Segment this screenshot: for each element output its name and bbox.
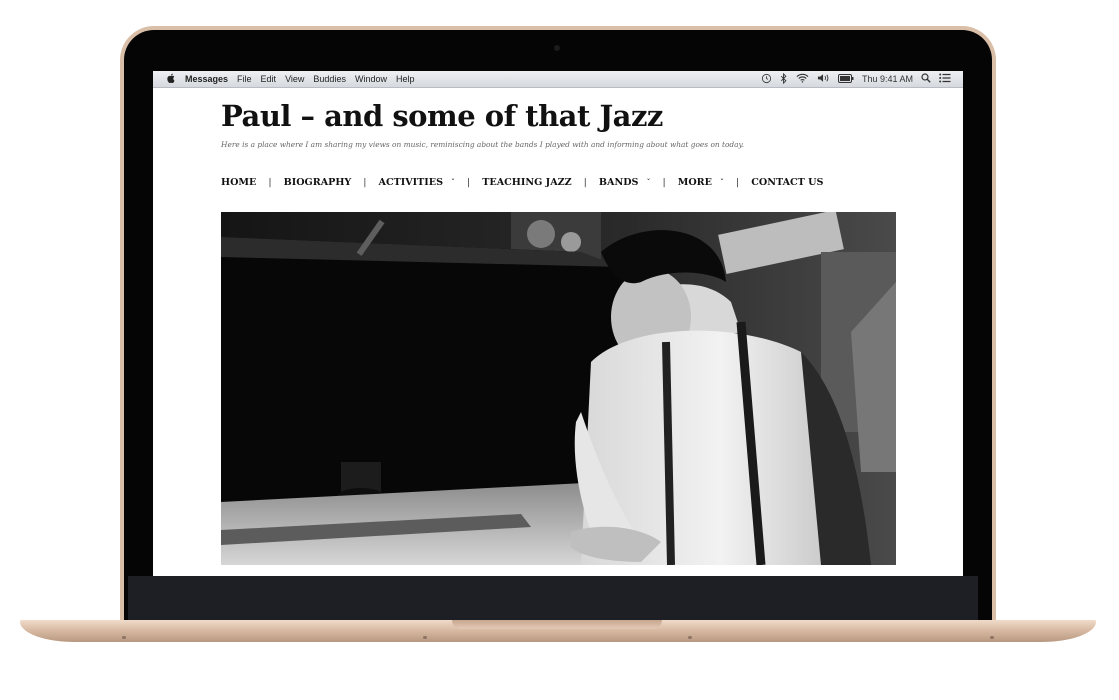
- menu-edit[interactable]: Edit: [261, 74, 277, 84]
- pianist-photo-icon: [221, 212, 896, 565]
- chevron-down-icon[interactable]: ˇ: [646, 178, 650, 187]
- menu-window[interactable]: Window: [355, 74, 387, 84]
- apple-logo-icon[interactable]: [167, 73, 176, 86]
- nav-item-home[interactable]: HOME: [221, 177, 256, 188]
- camera-icon: [554, 45, 560, 51]
- nav-separator: |: [467, 177, 471, 188]
- nav-separator: |: [735, 177, 740, 188]
- main-navigation: HOME | BIOGRAPHY | ACTIVITIES ˇ | TEACHIN…: [221, 177, 823, 188]
- nav-separator: |: [583, 177, 587, 188]
- chevron-down-icon[interactable]: ˇ: [720, 178, 724, 187]
- menu-view[interactable]: View: [285, 74, 304, 84]
- nav-label: HOME: [221, 177, 257, 188]
- menu-help[interactable]: Help: [396, 74, 415, 84]
- laptop-foot: [122, 636, 126, 639]
- nav-separator: |: [662, 177, 666, 188]
- site-title[interactable]: Paul – and some of that Jazz: [221, 99, 663, 133]
- app-menu-messages[interactable]: Messages: [185, 74, 228, 84]
- laptop-chin: [128, 576, 978, 622]
- wifi-icon[interactable]: [796, 73, 809, 85]
- bluetooth-icon[interactable]: [780, 72, 788, 86]
- laptop-foot: [423, 636, 427, 639]
- nav-item-contact-us[interactable]: CONTACT US: [751, 177, 823, 188]
- nav-label: BIOGRAPHY: [283, 177, 352, 188]
- time-machine-icon[interactable]: [761, 73, 772, 86]
- nav-separator: |: [363, 177, 367, 188]
- notification-center-icon[interactable]: [939, 73, 951, 85]
- laptop-foot: [688, 636, 692, 639]
- nav-item-teaching-jazz[interactable]: TEACHING JAZZ: [482, 177, 571, 188]
- laptop-screen: Messages File Edit View Buddies Window H…: [153, 71, 963, 576]
- battery-icon[interactable]: [837, 73, 854, 85]
- hero-image: [221, 212, 896, 565]
- nav-item-biography[interactable]: BIOGRAPHY: [284, 177, 352, 188]
- nav-label: TEACHING JAZZ: [482, 177, 572, 188]
- nav-item-more[interactable]: MORE ˇ: [678, 177, 724, 188]
- nav-item-bands[interactable]: BANDS ˇ: [599, 177, 651, 188]
- chevron-down-icon[interactable]: ˇ: [451, 178, 455, 187]
- menubar-clock[interactable]: Thu 9:41 AM: [862, 74, 913, 84]
- nav-label: MORE: [677, 177, 712, 188]
- menu-buddies[interactable]: Buddies: [313, 74, 346, 84]
- nav-label: BANDS: [598, 177, 639, 188]
- nav-label: ACTIVITIES: [378, 177, 444, 188]
- site-tagline: Here is a place where I am sharing my vi…: [221, 140, 745, 149]
- macos-menubar: Messages File Edit View Buddies Window H…: [153, 71, 963, 88]
- spotlight-search-icon[interactable]: [921, 73, 931, 85]
- laptop-foot: [990, 636, 994, 639]
- nav-item-activities[interactable]: ACTIVITIES ˇ: [379, 177, 456, 188]
- laptop-notch: [452, 620, 662, 629]
- nav-separator: |: [268, 177, 272, 188]
- volume-icon[interactable]: [817, 73, 830, 85]
- nav-label: CONTACT US: [751, 177, 824, 188]
- menu-file[interactable]: File: [237, 74, 252, 84]
